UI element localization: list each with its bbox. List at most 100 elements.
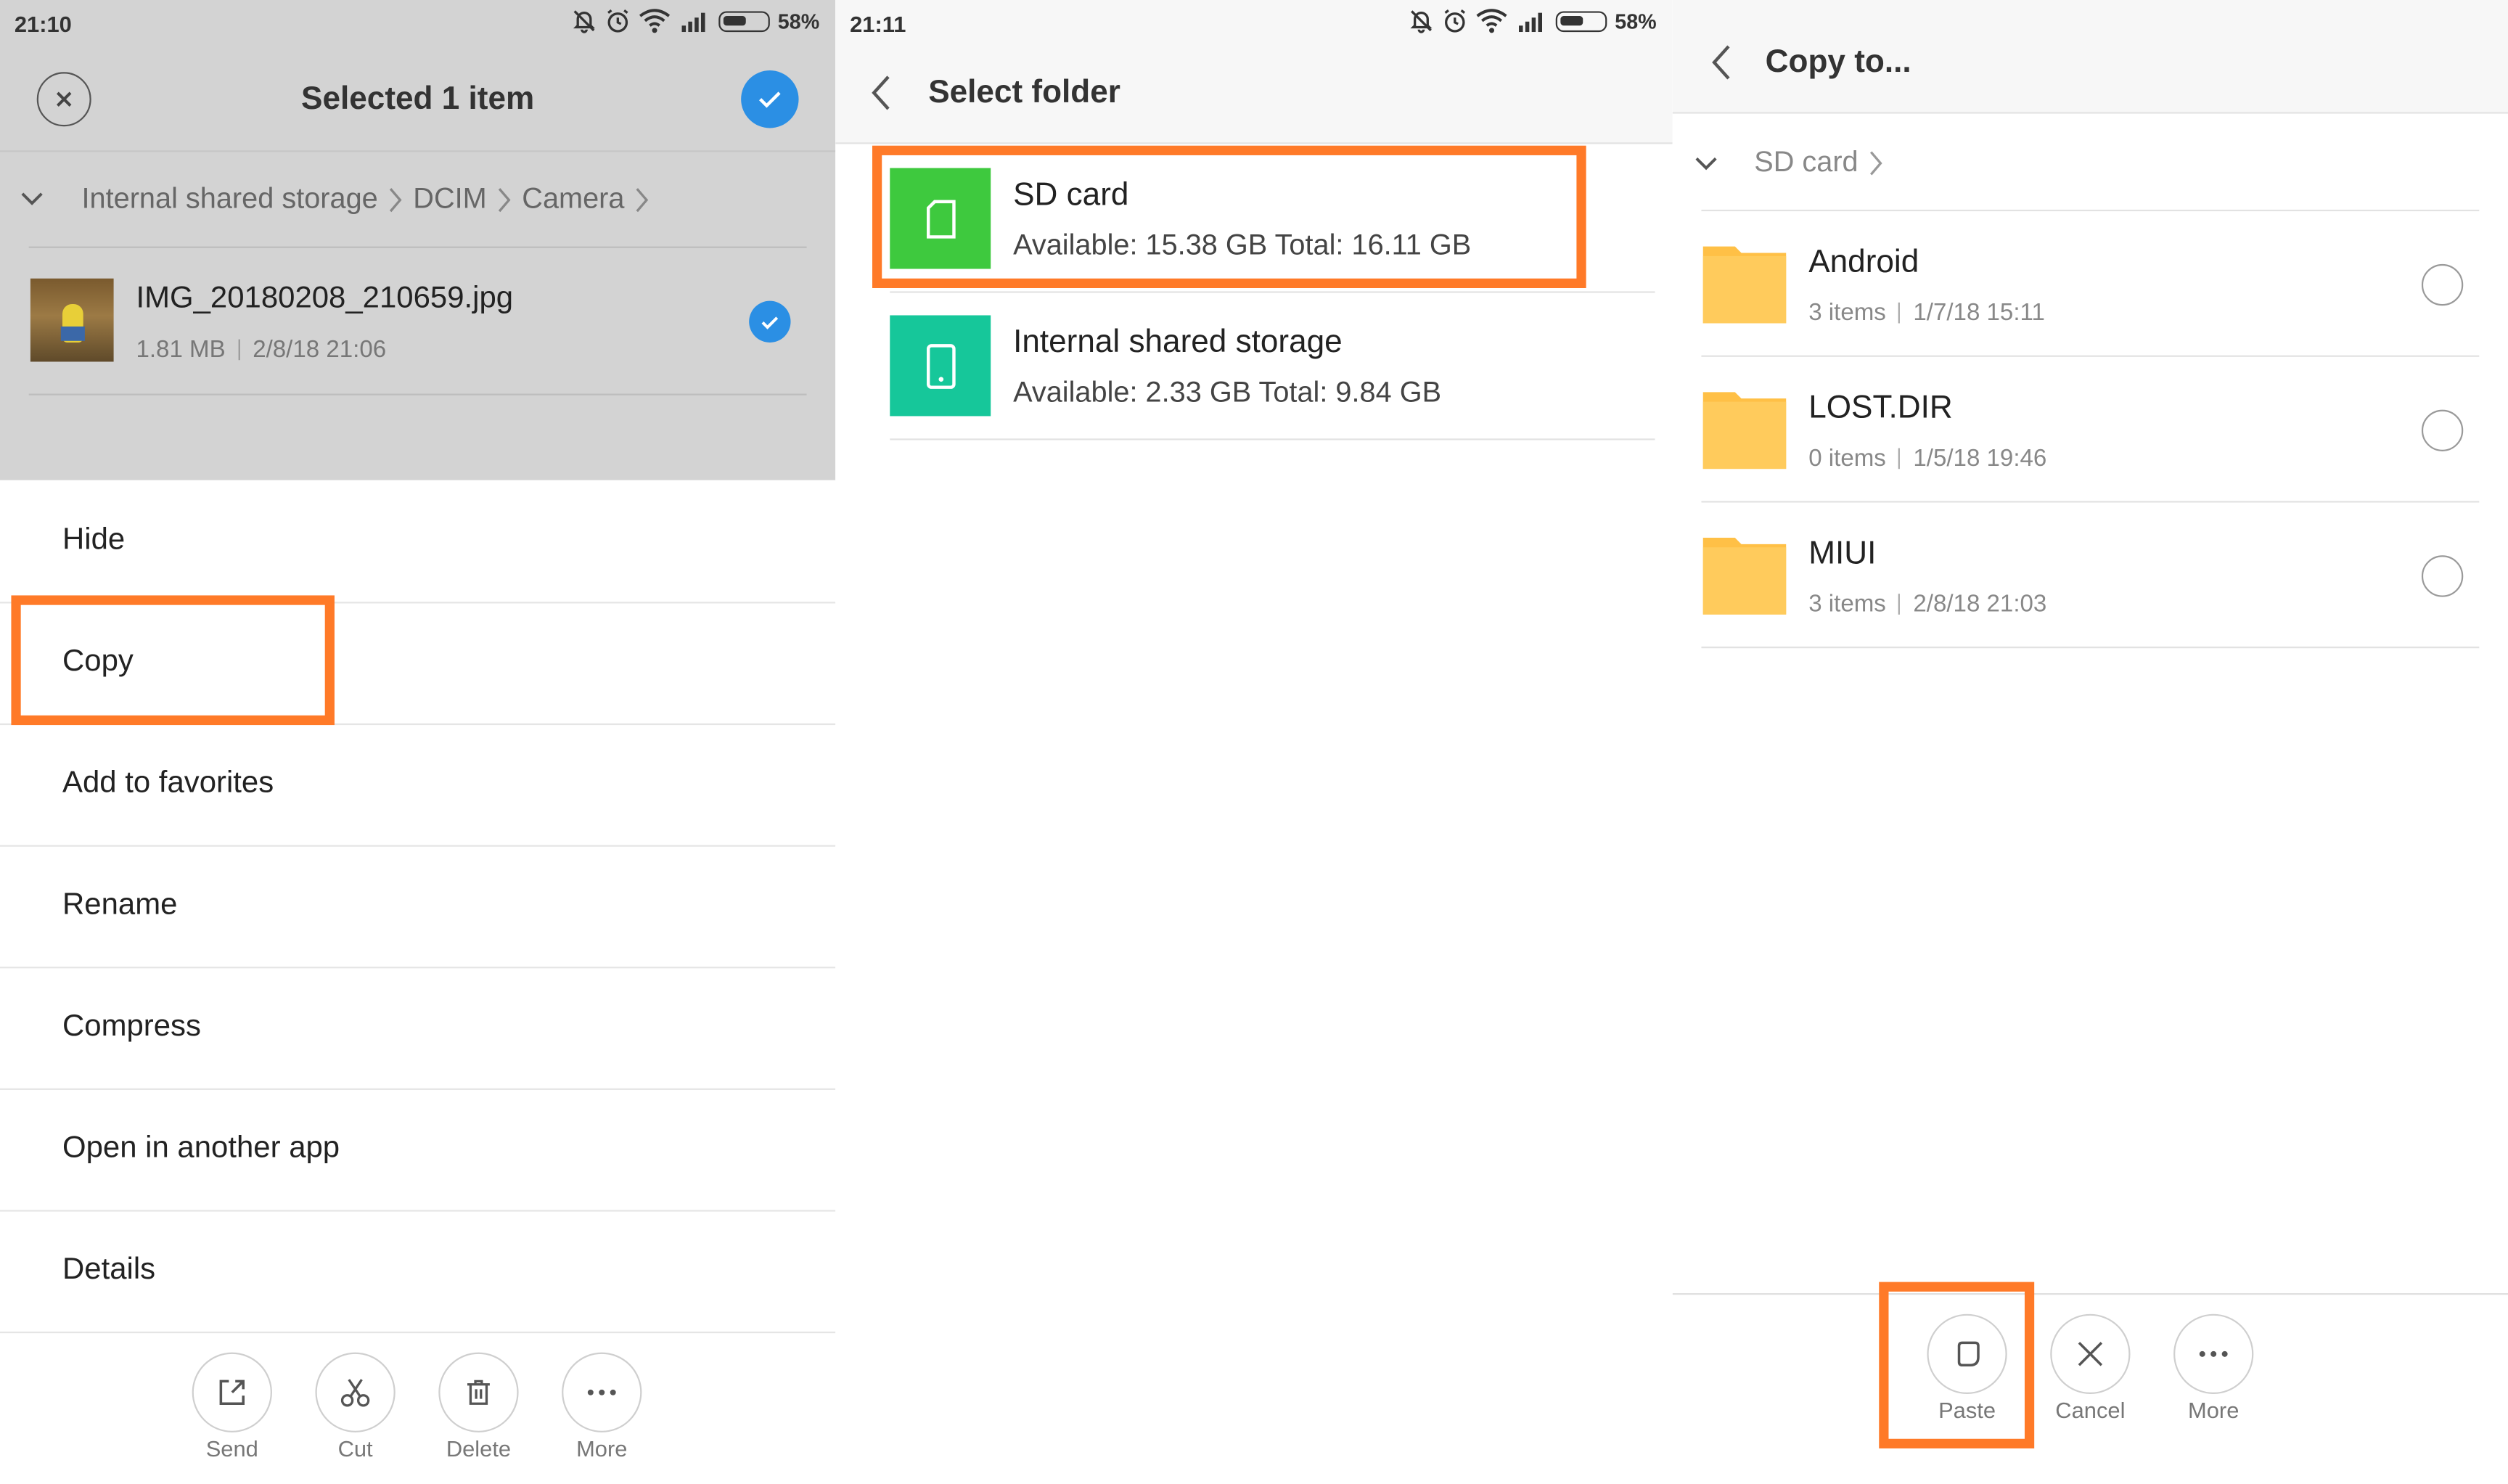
chevron-down-icon[interactable]	[19, 189, 44, 208]
meta-separator	[1898, 594, 1901, 615]
status-bar: 21:10 58%	[0, 0, 835, 48]
battery-percent: 58%	[1615, 9, 1657, 33]
signal-icon	[681, 12, 705, 33]
battery-icon	[718, 10, 770, 32]
menu-item-label: Hide	[62, 523, 126, 557]
battery-icon	[1555, 10, 1607, 32]
divider	[890, 438, 1655, 440]
highlight-copy	[11, 595, 335, 726]
folder-meta: 3 items 1/7/18 15:11	[1808, 299, 2045, 326]
cancel-label: Cancel	[2055, 1397, 2126, 1423]
divider	[1701, 501, 2480, 503]
chevron-right-icon	[1870, 150, 1882, 175]
menu-item-label: Compress	[62, 1009, 201, 1044]
page-title: Selected 1 item	[301, 81, 535, 118]
internal-storage-tile	[890, 315, 991, 417]
more-label: More	[576, 1435, 628, 1462]
folder-name: MIUI	[1808, 536, 1877, 572]
status-time: 21:10	[14, 11, 72, 37]
menu-item-open-in-another-app[interactable]: Open in another app	[0, 1090, 836, 1212]
back-arrow-icon[interactable]	[871, 73, 893, 112]
breadcrumb-item-dcim[interactable]: DCIM	[413, 182, 486, 216]
breadcrumb: Internal shared storage DCIM Camera	[81, 182, 660, 216]
file-date: 2/8/18 21:06	[253, 336, 387, 364]
divider	[890, 291, 1655, 293]
storage-row-internal[interactable]: Internal shared storage Available: 2.33 …	[835, 295, 1672, 438]
chevron-right-icon	[390, 187, 402, 212]
menu-item-compress[interactable]: Compress	[0, 968, 836, 1090]
folder-item-count: 3 items	[1808, 299, 1886, 327]
alarm-icon	[607, 9, 628, 33]
menu-item-add-to-favorites[interactable]: Add to favorites	[0, 725, 836, 847]
send-button[interactable]	[192, 1352, 272, 1432]
menu-item-label: Details	[62, 1253, 156, 1287]
scissors-icon	[340, 1379, 370, 1407]
folder-radio[interactable]	[2421, 555, 2464, 597]
file-thumbnail	[30, 278, 114, 362]
status-bar: 21:11 58%	[835, 0, 1672, 48]
send-label: Send	[205, 1435, 258, 1462]
meta-separator	[1898, 448, 1901, 470]
menu-item-label: Rename	[62, 888, 178, 922]
chevron-right-icon	[636, 187, 649, 212]
breadcrumb: SD card	[1754, 146, 1888, 179]
page-title: Copy to...	[1765, 44, 1911, 81]
file-size: 1.81 MB	[136, 336, 226, 364]
signal-icon	[1518, 12, 1542, 33]
folder-name: LOST.DIR	[1808, 390, 1953, 426]
select-all-button[interactable]	[741, 70, 799, 128]
folder-row-miui[interactable]: MIUI 3 items 2/8/18 21:03	[1673, 504, 2508, 647]
folder-date: 1/5/18 19:46	[1913, 445, 2047, 472]
folder-radio[interactable]	[2421, 409, 2464, 451]
folder-name: Android	[1808, 245, 1919, 280]
wifi-icon	[639, 9, 671, 33]
file-meta: 1.81 MB 2/8/18 21:06	[136, 336, 386, 363]
status-icons: 58%	[1409, 8, 1657, 33]
cancel-button[interactable]	[2050, 1313, 2131, 1394]
breadcrumb-item-sd-card[interactable]: SD card	[1754, 146, 1858, 179]
cut-label: Cut	[337, 1435, 373, 1462]
folder-item-count: 3 items	[1808, 590, 1886, 618]
more-button[interactable]	[2173, 1313, 2254, 1394]
delete-button[interactable]	[438, 1352, 519, 1432]
alarm-icon	[1444, 9, 1465, 33]
folder-icon	[1702, 392, 1787, 470]
highlight-sd-card	[872, 145, 1586, 288]
menu-item-hide[interactable]: Hide	[0, 482, 836, 604]
more-dots-icon	[2199, 1350, 2228, 1357]
folder-row-lost-dir[interactable]: LOST.DIR 0 items 1/5/18 19:46	[1673, 358, 2508, 501]
screen-selected-item: 21:10 58% Selected 1 item Internal share…	[0, 0, 836, 1484]
more-button[interactable]	[562, 1352, 642, 1432]
file-row[interactable]: IMG_20180208_210659.jpg 1.81 MB 2/8/18 2…	[0, 250, 835, 393]
folder-date: 1/7/18 15:11	[1913, 299, 2045, 327]
breadcrumb-item-internal[interactable]: Internal shared storage	[81, 182, 377, 216]
check-icon	[761, 316, 779, 329]
storage-details: Available: 2.33 GB Total: 9.84 GB	[1013, 376, 1442, 409]
screen-copy-to: Copy to... SD card Android 3 items 1/7/1…	[1672, 0, 2508, 1484]
breadcrumb-item-camera[interactable]: Camera	[522, 182, 624, 216]
more-dots-icon	[587, 1389, 616, 1395]
divider	[28, 246, 807, 248]
meta-separator	[1898, 302, 1901, 324]
phone-icon	[925, 343, 955, 388]
file-checkbox[interactable]	[749, 300, 791, 343]
divider	[28, 393, 807, 395]
back-arrow-icon[interactable]	[1711, 44, 1734, 82]
screen-select-folder: 21:11 58% Select folder SD card Availabl…	[835, 0, 1673, 1484]
menu-item-label: Add to favorites	[62, 766, 274, 800]
folder-row-android[interactable]: Android 3 items 1/7/18 15:11	[1673, 213, 2508, 355]
storage-name: Internal shared storage	[1013, 324, 1343, 361]
cancel-x-icon	[2078, 1342, 2103, 1366]
battery-percent: 58%	[777, 9, 820, 33]
delete-label: Delete	[446, 1435, 512, 1462]
folder-radio[interactable]	[2421, 263, 2464, 306]
chevron-down-icon[interactable]	[1693, 154, 1718, 173]
thumbnail-figure-overalls	[60, 326, 85, 341]
cut-button[interactable]	[315, 1352, 396, 1432]
divider	[1701, 355, 2480, 357]
bottom-bar-divider	[1672, 1293, 2508, 1295]
trash-icon	[467, 1380, 490, 1405]
status-time: 21:11	[850, 11, 906, 37]
menu-item-rename[interactable]: Rename	[0, 847, 836, 969]
menu-item-details[interactable]: Details	[0, 1212, 836, 1334]
